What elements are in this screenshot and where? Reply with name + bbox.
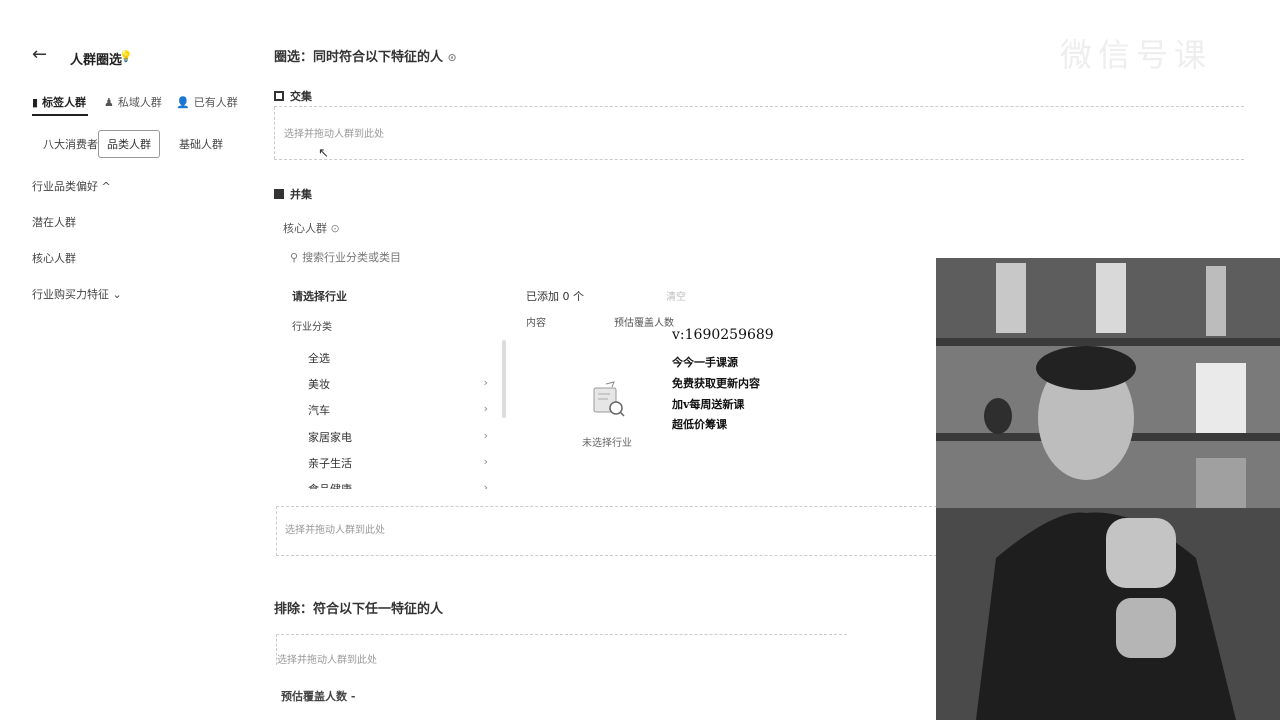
- subtab-category-crowd[interactable]: 品类人群: [98, 130, 160, 158]
- back-arrow-icon[interactable]: ←: [32, 46, 50, 64]
- tab-existing-crowd[interactable]: 👤 已有人群: [176, 94, 238, 110]
- industry-item-label: 美妆: [308, 378, 330, 391]
- overlay-contact: v:1690259689: [672, 327, 774, 343]
- column-content: 内容: [526, 318, 546, 329]
- tab-private-crowd[interactable]: ♟ 私域人群: [104, 94, 162, 110]
- chevron-right-icon: ›: [483, 429, 488, 442]
- users-icon: ♟: [104, 95, 114, 109]
- dropzone-edge: [274, 107, 276, 159]
- mouse-cursor-icon: ↖: [318, 146, 329, 161]
- help-icon: ⊙: [330, 222, 340, 235]
- estimate-value: -: [350, 690, 356, 703]
- union-label: 并集: [274, 186, 312, 202]
- empty-state-illustration-icon: [586, 378, 626, 418]
- menu-potential-crowd[interactable]: 潜在人群: [32, 214, 76, 230]
- estimate-label: 预估覆盖人数: [281, 690, 347, 703]
- tab-label: 私域人群: [117, 96, 162, 109]
- tab-label: 标签人群: [42, 96, 87, 109]
- industry-item-label: 亲子生活: [308, 457, 352, 470]
- help-icon: ⊙: [447, 51, 457, 64]
- intersection-label-text: 交集: [290, 90, 312, 103]
- industry-item-label: 家居家电: [308, 431, 352, 444]
- overlay-line: 加v每周送新课: [672, 398, 745, 411]
- industry-item-home[interactable]: 家居家电 ›: [308, 429, 488, 445]
- industry-item-beauty[interactable]: 美妆 ›: [308, 376, 488, 392]
- panel-title: 人群圈选: [70, 53, 123, 68]
- search-icon: ⚲: [290, 250, 299, 264]
- added-count: 已添加 0 个: [526, 290, 584, 303]
- union-dropzone[interactable]: 选择并拖动人群到此处: [276, 506, 937, 556]
- list-scrollbar[interactable]: [502, 340, 506, 418]
- exclude-dropzone[interactable]: 选择并拖动人群到此处: [276, 634, 847, 666]
- union-label-text: 并集: [290, 188, 312, 201]
- person-icon: 👤: [176, 95, 190, 109]
- overlay-line: 免费获取更新内容: [672, 377, 760, 390]
- section-title-text: 圈选：同时符合以下特征的人: [274, 50, 444, 65]
- chevron-right-icon: ›: [483, 455, 488, 468]
- column-estimate: 预估覆盖人数: [614, 318, 674, 329]
- union-hint: 选择并拖动人群到此处: [285, 525, 385, 536]
- search-box[interactable]: ⚲ 搜索行业分类或类目: [290, 249, 500, 265]
- tab-label: 已有人群: [193, 96, 238, 109]
- industry-item-label: 汽车: [308, 404, 330, 417]
- empty-state-text: 未选择行业: [582, 438, 632, 449]
- intersection-label: 交集: [274, 88, 312, 104]
- chevron-right-icon: ›: [483, 481, 488, 489]
- intersection-dropzone[interactable]: 选择并拖动人群到此处: [274, 106, 1244, 160]
- webcam-video-image: [936, 258, 1280, 720]
- industry-subheading: 行业分类: [292, 322, 332, 333]
- overlay-line: 超低价筹课: [672, 418, 727, 431]
- industry-heading: 请选择行业: [292, 290, 347, 303]
- industry-item-label: 食品健康: [308, 481, 352, 489]
- intersection-icon: [274, 91, 284, 101]
- menu-purchasing-power[interactable]: 行业购买力特征 ⌄: [32, 286, 122, 302]
- estimate-footer: 预估覆盖人数 -: [281, 688, 355, 704]
- bulb-icon: 💡: [119, 50, 133, 63]
- industry-item-family[interactable]: 亲子生活 ›: [308, 455, 488, 471]
- tag-icon: ▮: [32, 95, 39, 109]
- industry-item-all[interactable]: 全选: [308, 350, 488, 366]
- overlay-line: 今今一手课源: [672, 356, 738, 369]
- menu-industry-preference[interactable]: 行业品类偏好 ^: [32, 178, 111, 194]
- search-input[interactable]: 搜索行业分类或类目: [302, 249, 401, 265]
- industry-item-label: 全选: [308, 352, 330, 365]
- industry-item-auto[interactable]: 汽车 ›: [308, 402, 488, 418]
- union-icon: [274, 189, 284, 199]
- exclude-title: 排除：符合以下任一特征的人: [274, 602, 444, 617]
- subtab-eight-consumers[interactable]: 八大消费者: [34, 130, 107, 158]
- chevron-right-icon: ›: [483, 402, 488, 415]
- intersection-hint: 选择并拖动人群到此处: [284, 129, 384, 140]
- active-tab-indicator: [32, 114, 88, 116]
- clear-button[interactable]: 清空: [666, 288, 686, 303]
- core-crowd-text: 核心人群: [283, 222, 327, 235]
- core-crowd-label: 核心人群 ⊙: [283, 220, 340, 236]
- exclude-hint: 选择并拖动人群到此处: [277, 655, 377, 666]
- tab-tag-crowd[interactable]: ▮ 标签人群: [32, 94, 86, 110]
- menu-core-crowd[interactable]: 核心人群: [32, 250, 76, 266]
- subtab-basic-crowd[interactable]: 基础人群: [170, 130, 232, 158]
- section-title: 圈选：同时符合以下特征的人 ⊙: [274, 46, 457, 65]
- watermark-logo: 微信号课: [1060, 36, 1213, 74]
- industry-item-food[interactable]: 食品健康 ›: [308, 481, 488, 489]
- chevron-right-icon: ›: [483, 376, 488, 389]
